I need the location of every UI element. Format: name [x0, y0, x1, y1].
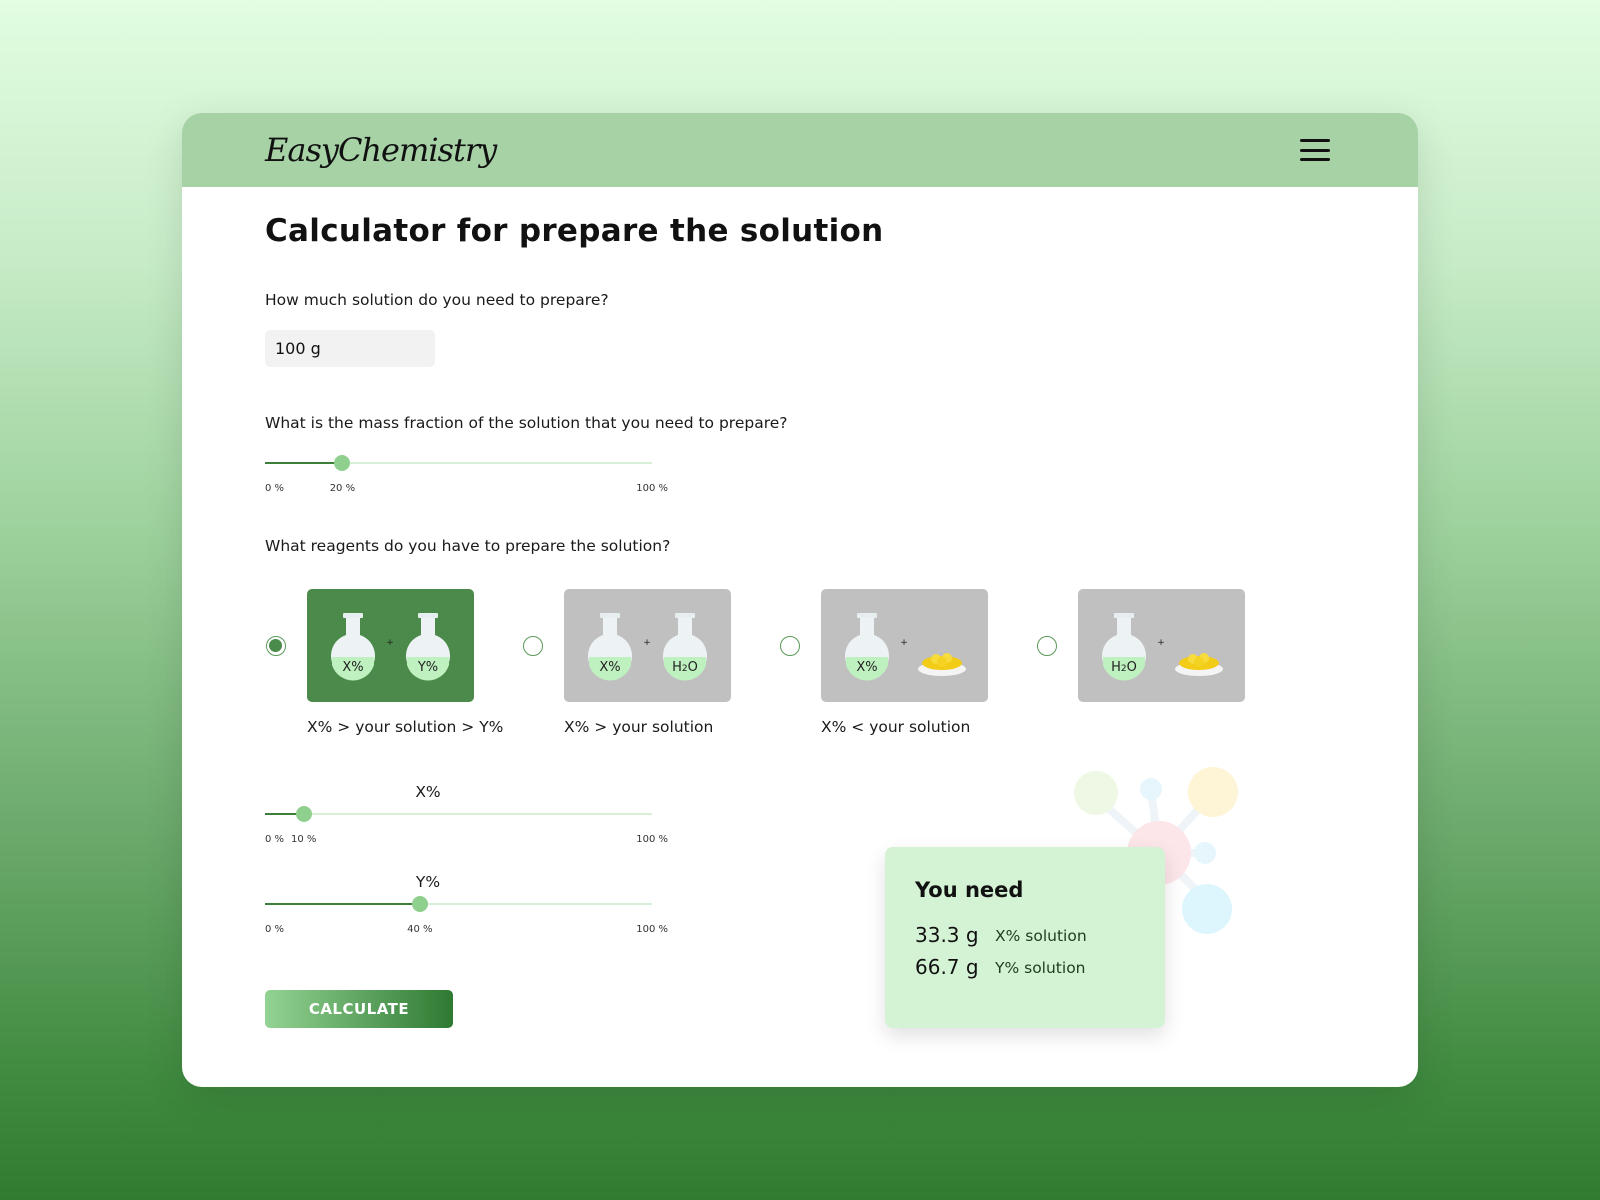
x-percent-label: X%	[415, 783, 441, 801]
result-label-y: Y% solution	[995, 959, 1086, 977]
svg-text:Y%: Y%	[417, 660, 438, 675]
mass-fraction-label: What is the mass fraction of the solutio…	[265, 414, 788, 432]
solid-reagent-icon	[918, 653, 966, 676]
slider-max-label: 100 %	[636, 483, 668, 494]
reagent-caption: X% < your solution	[821, 718, 971, 736]
page-title: Calculator for prepare the solution	[265, 213, 884, 249]
svg-text:+: +	[643, 638, 651, 648]
flask-icon: H2O	[663, 613, 707, 681]
svg-text:X%: X%	[342, 660, 363, 675]
reagent-radio-4[interactable]	[1037, 636, 1057, 656]
reagent-caption: X% > your solution	[564, 718, 714, 736]
reagent-illustration: X% +	[845, 613, 966, 681]
result-amount-x: 33.3 g	[915, 923, 979, 947]
reagent-radio-1[interactable]	[266, 636, 286, 656]
x-percent-slider[interactable]: 0 % 10 % 100 %	[265, 804, 668, 845]
amount-label: How much solution do you need to prepare…	[265, 291, 609, 309]
slider-min-label: 0 %	[265, 924, 285, 935]
y-percent-slider[interactable]: 0 % 40 % 100 %	[265, 894, 668, 935]
mass-fraction-slider[interactable]: 0 % 20 % 100 %	[265, 453, 668, 494]
header: EasyChemistry	[182, 113, 1418, 187]
slider-fill	[265, 462, 343, 464]
slider-thumb[interactable]	[411, 896, 428, 912]
reagent-radio-3[interactable]	[780, 636, 800, 656]
slider-max-label: 100 %	[636, 834, 668, 845]
result-card: You need 33.3 g X% solution 66.7 g Y% so…	[885, 847, 1165, 1028]
slider-fill	[265, 903, 420, 905]
slider-value-label: 10 %	[290, 834, 317, 845]
slider-value-label: 20 %	[329, 483, 356, 494]
svg-text:X%: X%	[599, 660, 620, 675]
reagent-option-2[interactable]: X% + H2O	[564, 589, 731, 702]
solid-reagent-icon	[1175, 653, 1223, 676]
slider-min-label: 0 %	[265, 483, 285, 494]
flask-icon: H2O	[1102, 613, 1146, 681]
hamburger-icon[interactable]	[1300, 139, 1330, 161]
reagent-illustration: X% + Y%	[331, 613, 450, 681]
reagent-illustration: X% + H2O	[588, 613, 707, 681]
calculate-button[interactable]: CALCULATE	[265, 990, 453, 1028]
flask-icon: X%	[845, 613, 889, 681]
slider-thumb[interactable]	[295, 806, 312, 822]
slider-thumb[interactable]	[334, 455, 351, 471]
slider-max-label: 100 %	[636, 924, 668, 935]
result-amount-y: 66.7 g	[915, 955, 979, 979]
app-window: EasyChemistry Calculator for prepare the…	[182, 113, 1418, 1087]
flask-icon: X%	[331, 613, 375, 681]
reagent-caption: X% > your solution > Y%	[307, 718, 504, 736]
slider-value-label: 40 %	[407, 924, 433, 935]
reagent-option-1[interactable]: X% + Y%	[307, 589, 474, 702]
svg-text:+: +	[386, 638, 394, 648]
svg-text:+: +	[900, 638, 908, 648]
amount-input[interactable]	[265, 330, 435, 367]
reagents-label: What reagents do you have to prepare the…	[265, 537, 671, 555]
flask-icon: X%	[588, 613, 632, 681]
reagent-illustration: H2O +	[1102, 613, 1223, 681]
y-percent-label: Y%	[415, 873, 441, 891]
slider-track[interactable]	[265, 813, 652, 815]
slider-min-label: 0 %	[265, 834, 285, 845]
result-label-x: X% solution	[995, 927, 1087, 945]
logo[interactable]: EasyChemistry	[265, 131, 497, 169]
reagent-radio-2[interactable]	[523, 636, 543, 656]
reagent-option-3[interactable]: X% +	[821, 589, 988, 702]
svg-text:+: +	[1157, 638, 1165, 648]
flask-icon: Y%	[406, 613, 450, 681]
result-title: You need	[915, 878, 1024, 902]
svg-text:X%: X%	[856, 660, 877, 675]
reagent-option-4[interactable]: H2O +	[1078, 589, 1245, 702]
